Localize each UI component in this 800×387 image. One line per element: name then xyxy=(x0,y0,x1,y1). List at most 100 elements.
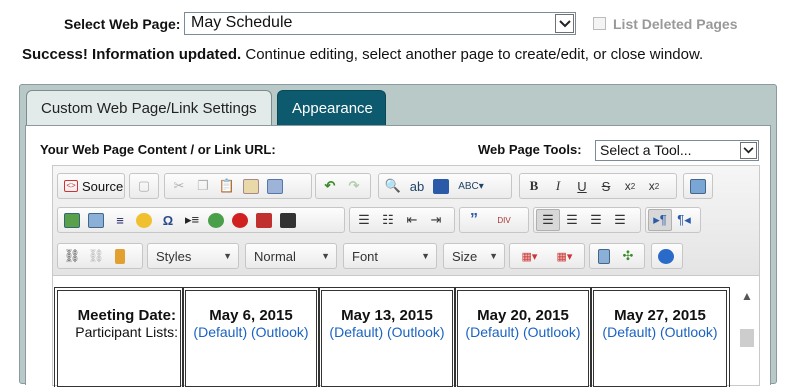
template-group: ▢ xyxy=(129,173,159,199)
outlook-link[interactable]: (Outlook) xyxy=(523,324,581,340)
subscript-icon[interactable]: x2 xyxy=(618,175,642,197)
status-instructions: Continue editing, select another page to… xyxy=(241,46,704,63)
align-left-icon[interactable]: ☰ xyxy=(536,209,560,231)
styles-combo[interactable]: Styles ▼ xyxy=(147,243,239,269)
iframe-icon[interactable] xyxy=(204,209,228,231)
meeting-date: May 6, 2015 xyxy=(209,307,293,324)
schedule-table: Meeting Date: Participant Lists: May 6, … xyxy=(53,286,733,387)
direction-group: ▸¶ ¶◂ xyxy=(645,207,701,233)
link-group: ⛓ ⛓ xyxy=(57,243,143,269)
paste-word-icon[interactable] xyxy=(263,175,287,197)
underline-icon[interactable]: U xyxy=(570,175,594,197)
editor-toolbar: <> Source ▢ ✂ ❐ 📋 ↶ ↷ 🔍 ab ABC▾ B I U S … xyxy=(53,166,759,276)
unlink-icon[interactable]: ⛓ xyxy=(84,245,108,267)
participant-links: (Default) (Outlook) xyxy=(594,324,726,340)
smiley-icon[interactable] xyxy=(132,209,156,231)
editor-scrollbar[interactable]: ▲ xyxy=(740,289,754,387)
undo-icon[interactable]: ↶ xyxy=(318,175,342,197)
format-combo[interactable]: Normal ▼ xyxy=(245,243,337,269)
align-center-icon[interactable]: ☰ xyxy=(560,209,584,231)
horizontal-rule-icon[interactable]: ≡ xyxy=(108,209,132,231)
strikethrough-icon[interactable]: S xyxy=(594,175,618,197)
flash-player-icon[interactable] xyxy=(228,209,252,231)
tab-custom-web-page-settings[interactable]: Custom Web Page/Link Settings xyxy=(26,90,272,126)
table-cell-date: May 27, 2015 (Default) (Outlook) xyxy=(590,287,730,387)
default-link[interactable]: (Default) xyxy=(465,324,519,340)
replace-icon[interactable]: ab xyxy=(405,175,429,197)
cut-icon[interactable]: ✂ xyxy=(167,175,191,197)
outdent-icon[interactable]: ⇤ xyxy=(400,209,424,231)
scroll-up-icon[interactable]: ▲ xyxy=(740,289,754,303)
scroll-thumb[interactable] xyxy=(740,329,754,347)
size-combo[interactable]: Size ▼ xyxy=(443,243,505,269)
source-button[interactable]: <> Source xyxy=(60,175,127,197)
rtl-icon[interactable]: ¶◂ xyxy=(672,209,696,231)
preview-icon[interactable] xyxy=(592,245,616,267)
format-group: B I U S x2 x2 xyxy=(519,173,677,199)
justify-icon[interactable]: ☰ xyxy=(608,209,632,231)
numbered-list-icon[interactable]: ☰ xyxy=(352,209,376,231)
outlook-link[interactable]: (Outlook) xyxy=(251,324,309,340)
web-page-tools-select[interactable]: Select a Tool... xyxy=(595,140,759,161)
find-icon[interactable]: 🔍 xyxy=(381,175,405,197)
list-deleted-checkbox[interactable] xyxy=(593,17,606,30)
remove-format-group xyxy=(683,173,713,199)
default-link[interactable]: (Default) xyxy=(329,324,383,340)
info-icon[interactable] xyxy=(654,245,678,267)
div-container-icon[interactable]: DIV xyxy=(486,209,522,231)
table-cell-date: May 20, 2015 (Default) (Outlook) xyxy=(454,287,592,387)
embed-icon[interactable] xyxy=(276,209,300,231)
meeting-date: May 20, 2015 xyxy=(477,307,569,324)
font-value: Font xyxy=(352,249,379,264)
table-cell-date: May 6, 2015 (Default) (Outlook) xyxy=(182,287,320,387)
status-message: Success! Information updated. Continue e… xyxy=(22,46,703,63)
image-icon[interactable] xyxy=(60,209,84,231)
table-icon[interactable]: ▦▾ xyxy=(547,245,582,267)
page-select-row: Select Web Page: May Schedule List Delet… xyxy=(0,12,800,36)
outlook-link[interactable]: (Outlook) xyxy=(660,324,718,340)
web-page-select[interactable]: May Schedule xyxy=(184,12,576,35)
link-icon[interactable]: ⛓ xyxy=(60,245,84,267)
text-color-icon[interactable]: ▦▾ xyxy=(512,245,547,267)
bulleted-list-icon[interactable]: ☷ xyxy=(376,209,400,231)
superscript-icon[interactable]: x2 xyxy=(642,175,666,197)
redo-icon[interactable]: ↷ xyxy=(342,175,366,197)
meeting-date: May 27, 2015 xyxy=(614,307,706,324)
select-all-icon[interactable] xyxy=(429,175,453,197)
outlook-link[interactable]: (Outlook) xyxy=(387,324,445,340)
block-group: ” DIV xyxy=(459,207,529,233)
copy-icon[interactable]: ❐ xyxy=(191,175,215,197)
view-group: ✣ xyxy=(589,243,645,269)
meeting-date: May 13, 2015 xyxy=(341,307,433,324)
default-link[interactable]: (Default) xyxy=(193,324,247,340)
remove-format-icon[interactable] xyxy=(686,175,710,197)
chevron-down-icon: ▼ xyxy=(489,251,498,261)
page-break-icon[interactable]: ▸≡ xyxy=(180,209,204,231)
participant-links: (Default) (Outlook) xyxy=(322,324,452,340)
paste-icon[interactable]: 📋 xyxy=(215,175,239,197)
youtube-icon[interactable] xyxy=(252,209,276,231)
chevron-down-icon: ▼ xyxy=(223,251,232,261)
indent-icon[interactable]: ⇥ xyxy=(424,209,448,231)
paste-text-icon[interactable] xyxy=(239,175,263,197)
special-char-icon[interactable]: Ω xyxy=(156,209,180,231)
rich-text-editor: <> Source ▢ ✂ ❐ 📋 ↶ ↷ 🔍 ab ABC▾ B I U S … xyxy=(52,165,760,387)
tab-appearance[interactable]: Appearance xyxy=(277,90,386,126)
font-combo[interactable]: Font ▼ xyxy=(343,243,437,269)
default-link[interactable]: (Default) xyxy=(602,324,656,340)
flash-icon[interactable] xyxy=(84,209,108,231)
list-deleted-label: List Deleted Pages xyxy=(613,16,738,32)
spellcheck-icon[interactable]: ABC▾ xyxy=(453,175,489,197)
bold-icon[interactable]: B xyxy=(522,175,546,197)
italic-icon[interactable]: I xyxy=(546,175,570,197)
blockquote-icon[interactable]: ” xyxy=(462,209,486,231)
anchor-icon[interactable] xyxy=(108,245,132,267)
source-group: <> Source xyxy=(57,173,125,199)
ltr-icon[interactable]: ▸¶ xyxy=(648,209,672,231)
maximize-icon[interactable]: ✣ xyxy=(616,245,640,267)
align-right-icon[interactable]: ☰ xyxy=(584,209,608,231)
templates-icon[interactable]: ▢ xyxy=(132,175,156,197)
chevron-down-icon[interactable] xyxy=(555,14,574,33)
source-label: Source xyxy=(82,178,124,194)
chevron-down-icon[interactable] xyxy=(740,142,757,159)
